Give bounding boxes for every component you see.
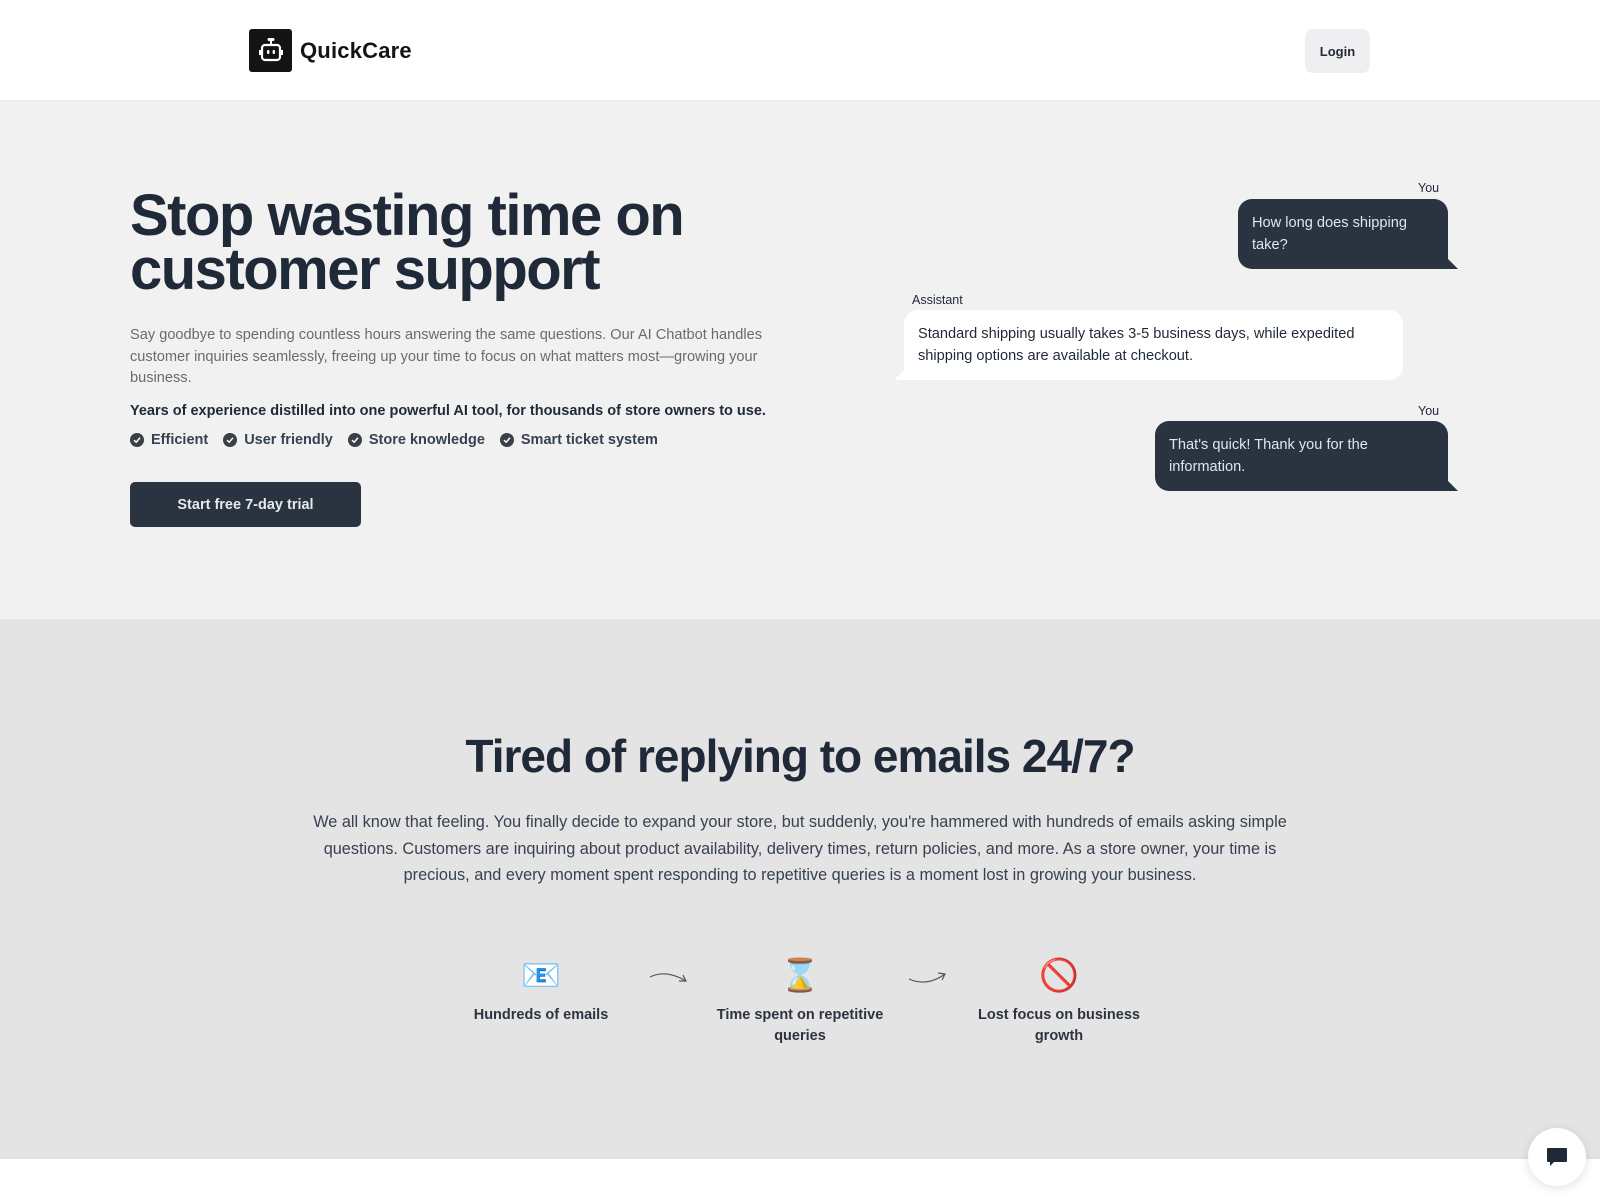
hero-tagline: Years of experience distilled into one p…	[130, 403, 766, 419]
assistant-message: Standard shipping usually takes 3-5 busi…	[894, 310, 1403, 380]
brand-logo[interactable]: QuickCare	[249, 29, 412, 72]
section-title: Tired of replying to emails 24/7?	[465, 730, 1135, 782]
check-circle-icon	[347, 433, 362, 447]
arrow-icon	[649, 973, 687, 982]
email-icon: 📧	[521, 957, 561, 993]
message-sender: You	[1418, 181, 1440, 195]
feature-item: Store knowledge	[347, 432, 485, 448]
check-circle-icon	[130, 433, 144, 447]
problem-section: Tired of replying to emails 24/7? We all…	[0, 619, 1600, 1159]
hero-title: Stop wasting time on customer support	[130, 183, 685, 302]
step-label: Lost focus on business growth	[978, 1007, 1140, 1044]
step-item: 🚫 Lost focus on business growth	[969, 955, 1149, 1047]
feature-item: User friendly	[223, 432, 333, 448]
feature-item: Smart ticket system	[499, 432, 658, 448]
message-text: How long does shipping take?	[1252, 215, 1407, 253]
section-description: We all know that feeling. You finally de…	[313, 813, 1287, 884]
step-label: Time spent on repetitive queries	[716, 1007, 884, 1044]
brand-name: QuickCare	[300, 37, 412, 63]
message-text: Standard shipping usually takes 3-5 busi…	[918, 326, 1355, 364]
check-circle-icon	[223, 433, 238, 447]
message-sender: Assistant	[912, 293, 963, 307]
feature-label: Store knowledge	[368, 432, 485, 448]
step-item: ⌛ Time spent on repetitive queries	[710, 955, 890, 1047]
message-text: That's quick! Thank you for the informat…	[1169, 437, 1368, 475]
user-message: That's quick! Thank you for the informat…	[1155, 421, 1458, 491]
login-button[interactable]: Login	[1305, 29, 1370, 73]
start-trial-button[interactable]: Start free 7-day trial	[130, 482, 361, 527]
next-section	[0, 1159, 1600, 1200]
hourglass-icon: ⌛	[780, 957, 820, 993]
step-item: 📧 Hundreds of emails	[451, 955, 631, 1026]
robot-icon	[249, 29, 292, 72]
feature-label: Efficient	[151, 432, 209, 448]
feature-label: Smart ticket system	[520, 432, 658, 448]
site-header: QuickCare Login	[0, 0, 1600, 101]
feature-item: Efficient	[130, 432, 208, 448]
chat-widget-button[interactable]	[1528, 1128, 1586, 1186]
feature-label: User friendly	[244, 432, 333, 448]
hero-section: Stop wasting time on customer support Sa…	[0, 101, 1600, 619]
feature-list: Efficient User friendly Store knowledge …	[130, 432, 658, 448]
hero-description: Say goodbye to spending countless hours …	[130, 327, 762, 386]
arrow-icon	[908, 972, 946, 983]
check-circle-icon	[499, 433, 514, 447]
chat-bubble-icon	[1547, 1148, 1567, 1166]
step-label: Hundreds of emails	[473, 1007, 609, 1023]
prohibited-icon: 🚫	[1039, 957, 1079, 993]
message-sender: You	[1418, 404, 1440, 418]
user-message: How long does shipping take?	[1238, 199, 1458, 269]
